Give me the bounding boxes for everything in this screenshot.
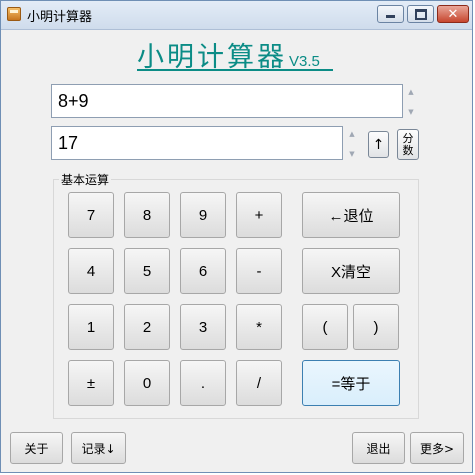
key-plus[interactable]: + xyxy=(236,192,282,238)
title-bar[interactable]: 小明计算器 ✕ xyxy=(1,1,472,30)
spin-down-icon[interactable]: ▼ xyxy=(349,150,354,158)
key-6[interactable]: 6 xyxy=(180,248,226,294)
result-spinner[interactable]: ▲ ▼ xyxy=(346,130,358,158)
record-button[interactable]: 记录↓ xyxy=(71,432,126,464)
spin-down-icon[interactable]: ▼ xyxy=(408,108,413,116)
fraction-button[interactable]: 分 数 xyxy=(397,129,419,160)
key-minus[interactable]: - xyxy=(236,248,282,294)
brand-title: 小明计算器 V3.5 xyxy=(137,35,320,73)
key-3[interactable]: 3 xyxy=(180,304,226,350)
up-arrow-button[interactable]: ↑ xyxy=(368,131,389,158)
left-paren-button[interactable]: ( xyxy=(302,304,348,350)
close-button[interactable]: ✕ xyxy=(437,5,469,23)
app-icon xyxy=(7,7,21,21)
key-sign[interactable]: ± xyxy=(68,360,114,406)
group-label: 基本运算 xyxy=(59,171,112,188)
more-button[interactable]: 更多> xyxy=(410,432,464,464)
calculator-window: 小明计算器 ✕ 小明计算器 V3.5 8+9 ▲ ▼ 17 ▲ ▼ ↑ 分 数 基本运… xyxy=(0,0,473,473)
minimize-icon xyxy=(386,15,395,18)
key-8[interactable]: 8 xyxy=(124,192,170,238)
about-button[interactable]: 关于 xyxy=(10,432,63,464)
equals-button[interactable]: =等于 xyxy=(302,360,400,406)
brand-underline xyxy=(137,69,333,71)
key-4[interactable]: 4 xyxy=(68,248,114,294)
spin-up-icon[interactable]: ▲ xyxy=(349,130,354,138)
key-1[interactable]: 1 xyxy=(68,304,114,350)
key-9[interactable]: 9 xyxy=(180,192,226,238)
spin-up-icon[interactable]: ▲ xyxy=(408,88,413,96)
key-2[interactable]: 2 xyxy=(124,304,170,350)
key-0[interactable]: 0 xyxy=(124,360,170,406)
maximize-button[interactable] xyxy=(407,5,434,23)
minimize-button[interactable] xyxy=(377,5,404,23)
key-dot[interactable]: . xyxy=(180,360,226,406)
key-5[interactable]: 5 xyxy=(124,248,170,294)
right-paren-button[interactable]: ) xyxy=(353,304,399,350)
brand-version: V3.5 xyxy=(289,53,320,70)
key-7[interactable]: 7 xyxy=(68,192,114,238)
exit-button[interactable]: 退出 xyxy=(352,432,405,464)
expression-input[interactable]: 8+9 xyxy=(51,84,403,118)
key-divide[interactable]: / xyxy=(236,360,282,406)
window-title: 小明计算器 xyxy=(27,10,93,25)
key-multiply[interactable]: * xyxy=(236,304,282,350)
expression-spinner[interactable]: ▲ ▼ xyxy=(405,88,417,116)
fraction-label-bottom: 数 xyxy=(402,143,414,157)
close-icon: ✕ xyxy=(447,6,459,22)
maximize-icon xyxy=(414,8,427,20)
fraction-label-top: 分 xyxy=(402,131,414,145)
clear-button[interactable]: X清空 xyxy=(302,248,400,294)
result-display[interactable]: 17 xyxy=(51,126,343,160)
backspace-button[interactable]: ←退位 xyxy=(302,192,400,238)
